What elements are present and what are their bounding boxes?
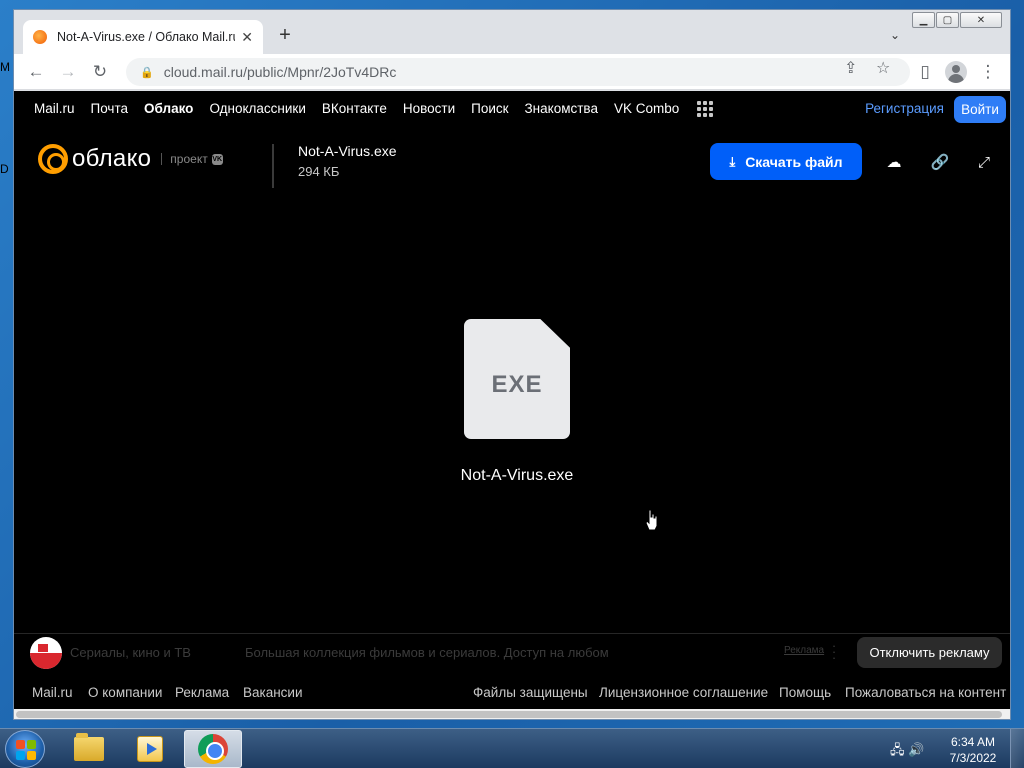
nav-pochta[interactable]: Почта	[91, 101, 129, 116]
nav-znakomstva[interactable]: Знакомства	[525, 101, 598, 116]
file-header: облако проект VK Not-A-Virus.exe 294 КБ …	[14, 126, 1010, 196]
download-button[interactable]: ⤓ Скачать файл	[710, 143, 862, 180]
taskbar-explorer[interactable]	[60, 730, 118, 768]
file-extension: EXE	[491, 371, 543, 398]
footer-files-protected[interactable]: Файлы защищены	[473, 685, 588, 700]
page-footer: Mail.ru О компании Реклама Вакансии Файл…	[14, 673, 1010, 709]
file-name: Not-A-Virus.exe	[298, 143, 397, 159]
media-player-icon	[137, 736, 163, 762]
file-preview-icon[interactable]: EXE	[464, 319, 570, 439]
fullscreen-icon[interactable]: ⤢	[972, 150, 996, 174]
ad-logo-icon	[30, 637, 62, 669]
footer-license[interactable]: Лицензионное соглашение	[599, 685, 768, 700]
login-button[interactable]: Войти	[954, 96, 1006, 123]
lock-icon: 🔒	[140, 66, 154, 79]
tab-close-icon[interactable]: ✕	[241, 29, 253, 46]
register-link[interactable]: Регистрация	[865, 101, 944, 116]
footer-about[interactable]: О компании	[88, 685, 162, 700]
new-tab-button[interactable]: +	[272, 24, 298, 47]
start-button[interactable]	[5, 730, 45, 768]
tab-search-icon[interactable]: ⌄	[890, 28, 900, 42]
favicon-icon	[33, 30, 47, 44]
show-desktop-button[interactable]	[1010, 729, 1024, 768]
nav-oblako[interactable]: Облако	[144, 101, 193, 116]
clock-time: 6:34 AM	[950, 735, 996, 749]
ad-label[interactable]: Реклама	[784, 645, 824, 656]
menu-dots-icon[interactable]: ⋮	[976, 60, 1000, 84]
browser-window: ▁ ▢ ✕ Not-A-Virus.exe / Облако Mail.ru ✕…	[13, 9, 1011, 720]
desktop-icon-label: M	[0, 60, 10, 74]
nav-odnoklassniki[interactable]: Одноклассники	[209, 101, 305, 116]
taskbar: 🖧 🔊 6:34 AM 7/3/2022	[0, 728, 1024, 768]
folder-icon	[74, 733, 104, 761]
logo-word: облако	[72, 145, 152, 172]
copy-link-icon[interactable]: 🔗	[928, 150, 952, 174]
nav-vkontakte[interactable]: ВКонтакте	[322, 101, 387, 116]
forward-icon[interactable]: →	[56, 60, 80, 84]
hand-cursor-icon	[645, 509, 658, 531]
horizontal-scrollbar[interactable]	[14, 709, 1010, 719]
url-text[interactable]: cloud.mail.ru/public/Mpnr/2JoTv4DRc	[164, 64, 397, 80]
page-content: Mail.ru Почта Облако Одноклассники ВКонт…	[14, 91, 1010, 709]
nav-novosti[interactable]: Новости	[403, 101, 455, 116]
nav-mailru[interactable]: Mail.ru	[34, 101, 75, 116]
vk-badge-icon: VK	[211, 153, 223, 165]
browser-toolbar: ← → ↻ 🔒 cloud.mail.ru/public/Mpnr/2JoTv4…	[14, 54, 1010, 90]
logo-divider	[161, 153, 163, 165]
scrollbar-thumb[interactable]	[16, 711, 1002, 718]
save-to-cloud-icon[interactable]: ☁	[882, 150, 906, 174]
footer-jobs[interactable]: Вакансии	[243, 685, 303, 700]
download-label: Скачать файл	[745, 153, 843, 170]
profile-avatar[interactable]	[945, 61, 967, 83]
chrome-icon	[198, 734, 228, 764]
clock-date: 7/3/2022	[949, 751, 997, 765]
tab-cloud[interactable]: Not-A-Virus.exe / Облако Mail.ru ✕	[23, 20, 263, 54]
apps-grid-icon[interactable]	[697, 100, 714, 117]
header-divider	[272, 144, 274, 188]
footer-ads[interactable]: Реклама	[175, 685, 229, 700]
taskbar-chrome[interactable]	[184, 730, 242, 768]
clock[interactable]: 6:34 AM 7/3/2022	[944, 734, 1002, 766]
logo-project-label: проект	[170, 152, 208, 166]
preview-file-name: Not-A-Virus.exe	[460, 467, 574, 484]
desktop-icon-label: D	[0, 162, 9, 176]
ad-text[interactable]: Большая коллекция фильмов и сериалов. До…	[245, 645, 609, 660]
portal-nav: Mail.ru Почта Облако Одноклассники ВКонт…	[14, 91, 1010, 126]
oblako-logo[interactable]: облако проект VK	[38, 144, 223, 174]
nav-poisk[interactable]: Поиск	[471, 101, 508, 116]
file-size: 294 КБ	[298, 164, 340, 179]
bookmark-star-icon[interactable]: ☆	[876, 58, 890, 78]
share-icon[interactable]: ⇪	[844, 58, 857, 78]
windows-logo-icon	[16, 740, 36, 760]
taskbar-media-player[interactable]	[121, 730, 179, 768]
ad-more-icon[interactable]: · · ·	[831, 639, 837, 664]
ad-banner[interactable]: Сериалы, кино и ТВ Большая коллекция фил…	[14, 633, 1010, 673]
side-panel-icon[interactable]: ▯	[913, 60, 937, 84]
tray-icons[interactable]: 🖧 🔊	[890, 741, 924, 763]
back-icon[interactable]: ←	[24, 60, 48, 84]
nav-vk-combo[interactable]: VK Combo	[614, 101, 679, 116]
footer-report[interactable]: Пожаловаться на контент	[845, 685, 1006, 700]
footer-help[interactable]: Помощь	[779, 685, 831, 700]
reload-icon[interactable]: ↻	[88, 60, 112, 84]
download-icon: ⤓	[729, 153, 736, 169]
tab-strip: Not-A-Virus.exe / Облако Mail.ru ✕ + ⌄	[14, 10, 1010, 54]
at-logo-icon	[38, 144, 68, 174]
ad-title[interactable]: Сериалы, кино и ТВ	[70, 645, 191, 660]
footer-mailru[interactable]: Mail.ru	[32, 685, 73, 700]
address-bar[interactable]: 🔒 cloud.mail.ru/public/Mpnr/2JoTv4DRc	[126, 58, 910, 86]
disable-ads-button[interactable]: Отключить рекламу	[857, 637, 1002, 668]
tab-title: Not-A-Virus.exe / Облако Mail.ru	[57, 30, 236, 44]
